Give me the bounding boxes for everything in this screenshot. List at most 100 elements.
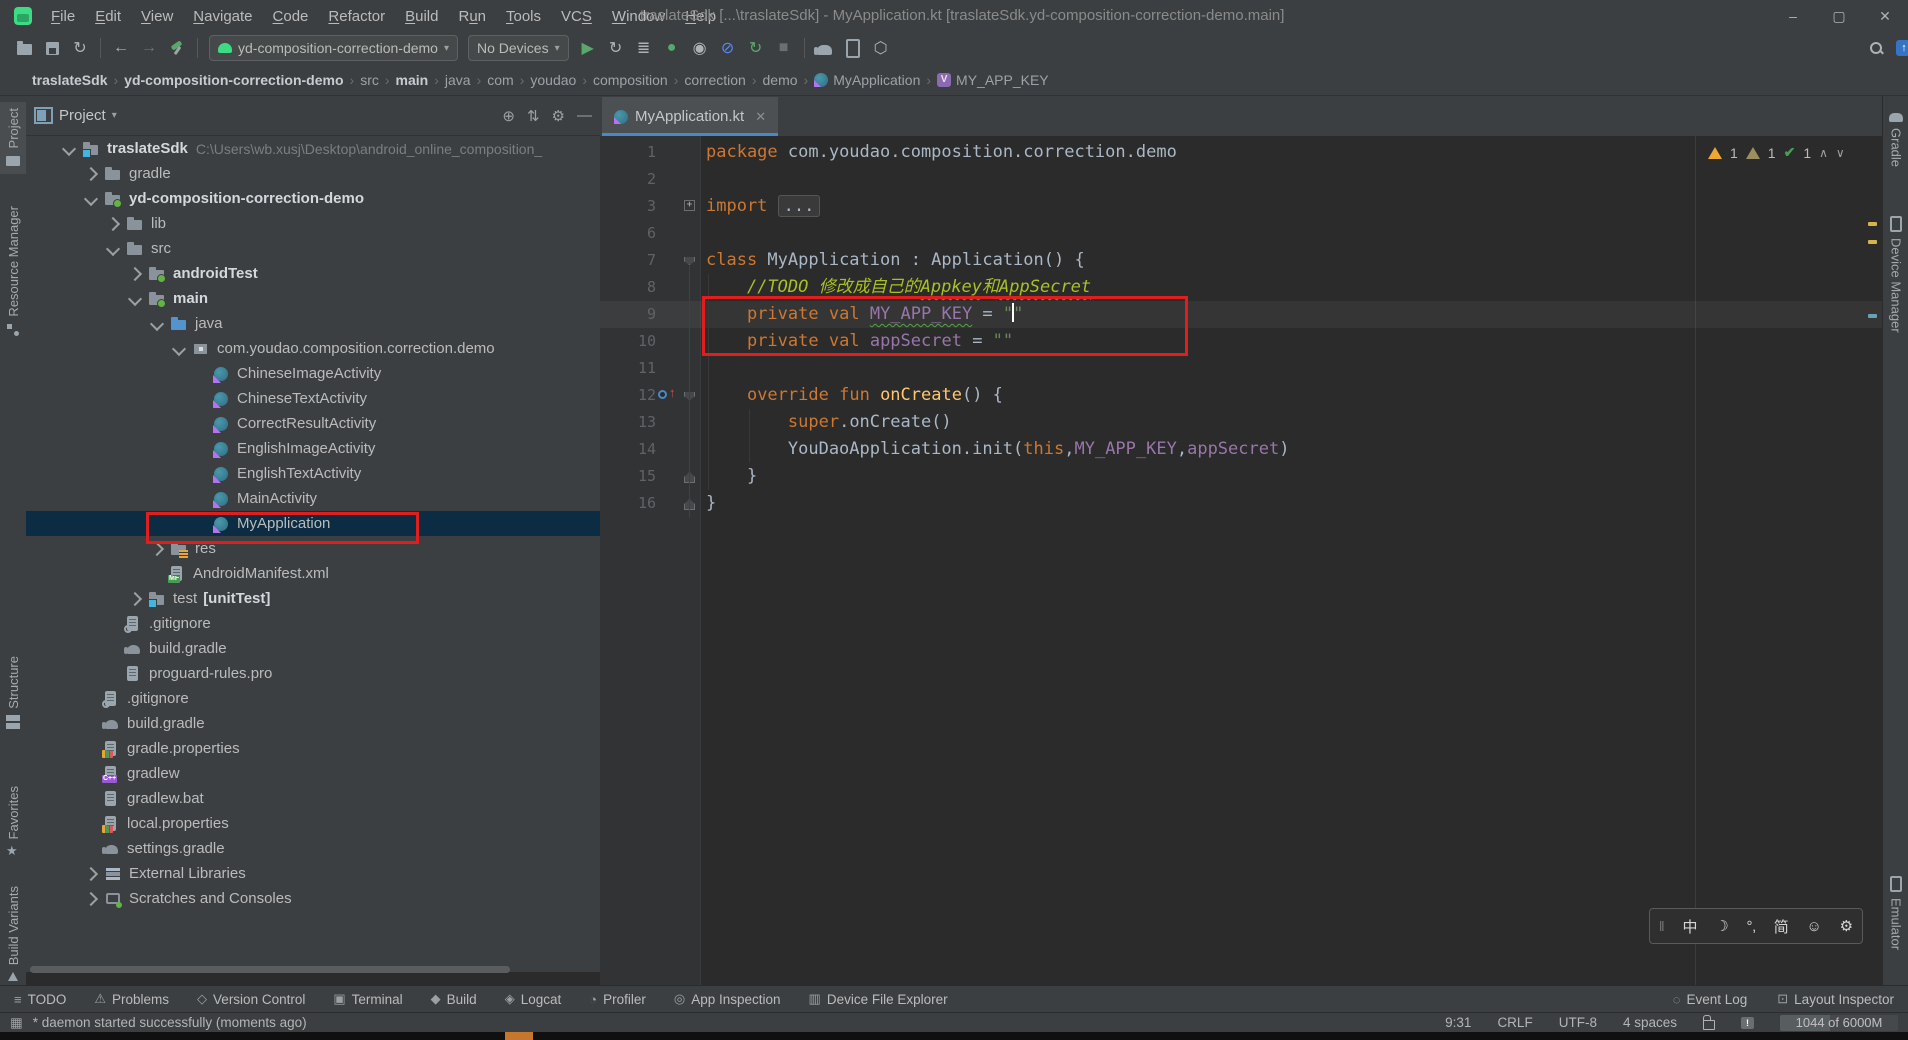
prev-problem-button[interactable]: ∧ — [1819, 146, 1828, 160]
tree-item-traslatesdk[interactable]: traslateSdkC:\Users\wb.xusj\Desktop\andr… — [26, 136, 600, 161]
toolwindow-button-terminal[interactable]: ▣Terminal — [333, 991, 402, 1007]
tree-item-chinesetextactivity[interactable]: ChineseTextActivity — [26, 386, 600, 411]
scrollbar-warning-mark[interactable] — [1868, 240, 1877, 244]
ide-update-button[interactable]: ↑ — [1891, 36, 1908, 60]
sidebar-tab-structure[interactable]: Structure — [0, 656, 26, 729]
run-configuration-select[interactable]: yd-composition-correction-demo▾ — [209, 35, 458, 61]
menu-item-edit[interactable]: Edit — [86, 4, 130, 29]
sidebar-tab-gradle[interactable]: Gradle — [1883, 110, 1908, 167]
chevron-expanded-icon[interactable] — [150, 316, 164, 330]
toolwindow-button-version-control[interactable]: ◇Version Control — [197, 991, 305, 1007]
tree-item-main[interactable]: main — [26, 286, 600, 311]
sidebar-tab-device-manager[interactable]: Device Manager — [1883, 216, 1908, 333]
code-line-14[interactable]: 14 YouDaoApplication.init(this,MY_APP_KE… — [600, 436, 1882, 463]
toolwindow-button-build[interactable]: ◆Build — [431, 991, 477, 1007]
search-everywhere-button[interactable] — [1863, 36, 1889, 60]
code-line-13[interactable]: 13 super.onCreate() — [600, 409, 1882, 436]
menu-item-build[interactable]: Build — [396, 4, 447, 29]
tree-item-gradle[interactable]: gradle — [26, 161, 600, 186]
ime-settings-icon[interactable]: ⚙ — [1840, 917, 1853, 935]
indent-indicator[interactable]: 4 spaces — [1623, 1015, 1677, 1030]
ime-emoji-button[interactable]: ☺ — [1807, 918, 1822, 935]
build-project-button[interactable] — [164, 36, 190, 60]
code-line-1[interactable]: 1package com.youdao.composition.correcti… — [600, 139, 1882, 166]
toolwindow-button-problems[interactable]: ⚠Problems — [94, 991, 169, 1007]
ime-language-button[interactable]: 中 — [1682, 916, 1697, 937]
code-editor[interactable]: 1package com.youdao.composition.correcti… — [600, 136, 1882, 985]
caret-position-indicator[interactable]: 9:31 — [1445, 1015, 1471, 1030]
close-button[interactable]: ✕ — [1862, 0, 1908, 32]
save-all-button[interactable] — [39, 36, 65, 60]
code-line-6[interactable]: 6 — [600, 220, 1882, 247]
code-line-15[interactable]: 15 } — [600, 463, 1882, 490]
code-line-9[interactable]: 9 private val MY_APP_KEY = "" — [600, 301, 1882, 328]
back-button[interactable]: ← — [108, 36, 134, 60]
tree-item-yd-composition-correction-demo[interactable]: yd-composition-correction-demo — [26, 186, 600, 211]
device-manager-button[interactable] — [840, 36, 866, 60]
tree-item-scratches-and-consoles[interactable]: Scratches and Consoles — [26, 886, 600, 911]
menu-item-tools[interactable]: Tools — [497, 4, 550, 29]
code-line-8[interactable]: 8 //TODO 修改成自己的Appkey和AppSecret — [600, 274, 1882, 301]
code-line-3[interactable]: 3+import ... — [600, 193, 1882, 220]
code-line-10[interactable]: 10 private val appSecret = "" — [600, 328, 1882, 355]
tool-window-switcher-icon[interactable]: ▦ — [10, 1015, 23, 1031]
breadcrumb-item-src[interactable]: src — [360, 72, 379, 88]
sdk-manager-button[interactable]: ⬡ — [868, 36, 894, 60]
close-tab-icon[interactable]: ✕ — [755, 109, 766, 125]
code-line-2[interactable]: 2 — [600, 166, 1882, 193]
breadcrumb-item-composition[interactable]: composition — [593, 72, 668, 88]
code-line-7[interactable]: 7class MyApplication : Application() { — [600, 247, 1882, 274]
chevron-collapsed-icon[interactable] — [84, 891, 98, 905]
tree-item-settings-gradle[interactable]: settings.gradle — [26, 836, 600, 861]
tree-item-proguard-rules-pro[interactable]: proguard-rules.pro — [26, 661, 600, 686]
breadcrumb-item-com[interactable]: com — [487, 72, 513, 88]
tree-item-local-properties[interactable]: local.properties — [26, 811, 600, 836]
tree-item-gradlew-bat[interactable]: gradlew.bat — [26, 786, 600, 811]
debug-button[interactable]: ● — [659, 36, 685, 60]
tree-item-englishtextactivity[interactable]: EnglishTextActivity — [26, 461, 600, 486]
sidebar-tab-emulator[interactable]: Emulator — [1883, 876, 1908, 950]
menu-item-navigate[interactable]: Navigate — [184, 4, 261, 29]
toolwindow-button-profiler[interactable]: ◔Profiler — [589, 991, 646, 1007]
menu-item-refactor[interactable]: Refactor — [319, 4, 394, 29]
override-method-icon[interactable] — [658, 388, 680, 402]
tree-item-src[interactable]: src — [26, 236, 600, 261]
code-line-11[interactable]: 11 — [600, 355, 1882, 382]
tab-myapplication-kt[interactable]: MyApplication.kt ✕ — [602, 97, 778, 136]
chevron-expanded-icon[interactable] — [106, 241, 120, 255]
tree-item-test-unittest[interactable]: test[unitTest] — [26, 586, 600, 611]
tree-item-build-gradle[interactable]: build.gradle — [26, 636, 600, 661]
toolwindow-button-device-file-explorer[interactable]: ▥Device File Explorer — [809, 991, 948, 1007]
sidebar-tab-resource-manager[interactable]: Resource Manager — [0, 206, 26, 337]
tree-item-myapplication[interactable]: MyApplication — [26, 511, 600, 536]
chevron-collapsed-icon[interactable] — [150, 541, 164, 555]
minimize-button[interactable]: – — [1770, 0, 1816, 32]
fold-open-icon[interactable] — [684, 257, 695, 265]
project-horizontal-scrollbar[interactable] — [30, 966, 510, 973]
status-message[interactable]: * daemon started successfully (moments a… — [33, 1015, 307, 1030]
expand-collapse-button[interactable]: ⇅ — [527, 107, 540, 125]
tree-item-gradlew[interactable]: C++gradlew — [26, 761, 600, 786]
chevron-expanded-icon[interactable] — [62, 141, 76, 155]
chevron-collapsed-icon[interactable] — [106, 216, 120, 230]
tree-item-mainactivity[interactable]: MainActivity — [26, 486, 600, 511]
sidebar-tab-project[interactable]: Project — [0, 102, 26, 174]
tree-item-chineseimageactivity[interactable]: ChineseImageActivity — [26, 361, 600, 386]
attach-debugger-button[interactable]: ◉ — [687, 36, 713, 60]
menu-item-vcs[interactable]: VCS — [552, 4, 601, 29]
tree-item-java[interactable]: java — [26, 311, 600, 336]
toolwindow-button-event-log[interactable]: ◌Event Log — [1673, 991, 1748, 1007]
encoding-indicator[interactable]: UTF-8 — [1559, 1015, 1597, 1030]
breadcrumb-item-correction[interactable]: correction — [684, 72, 745, 88]
rerun-tests-button[interactable]: ↻ — [743, 36, 769, 60]
tree-item-com-youdao-composition-correction-demo[interactable]: com.youdao.composition.correction.demo — [26, 336, 600, 361]
tree-item-res[interactable]: res — [26, 536, 600, 561]
chevron-collapsed-icon[interactable] — [84, 866, 98, 880]
breadcrumb-item-youdao[interactable]: youdao — [530, 72, 576, 88]
locate-file-button[interactable]: ⊕ — [502, 107, 515, 125]
toolwindow-button-app-inspection[interactable]: ◎App Inspection — [674, 991, 781, 1007]
code-line-12[interactable]: 12 override fun onCreate() { — [600, 382, 1882, 409]
project-panel-title[interactable]: Project — [59, 107, 106, 124]
chevron-collapsed-icon[interactable] — [128, 591, 142, 605]
settings-button[interactable]: ⚙ — [552, 107, 565, 125]
